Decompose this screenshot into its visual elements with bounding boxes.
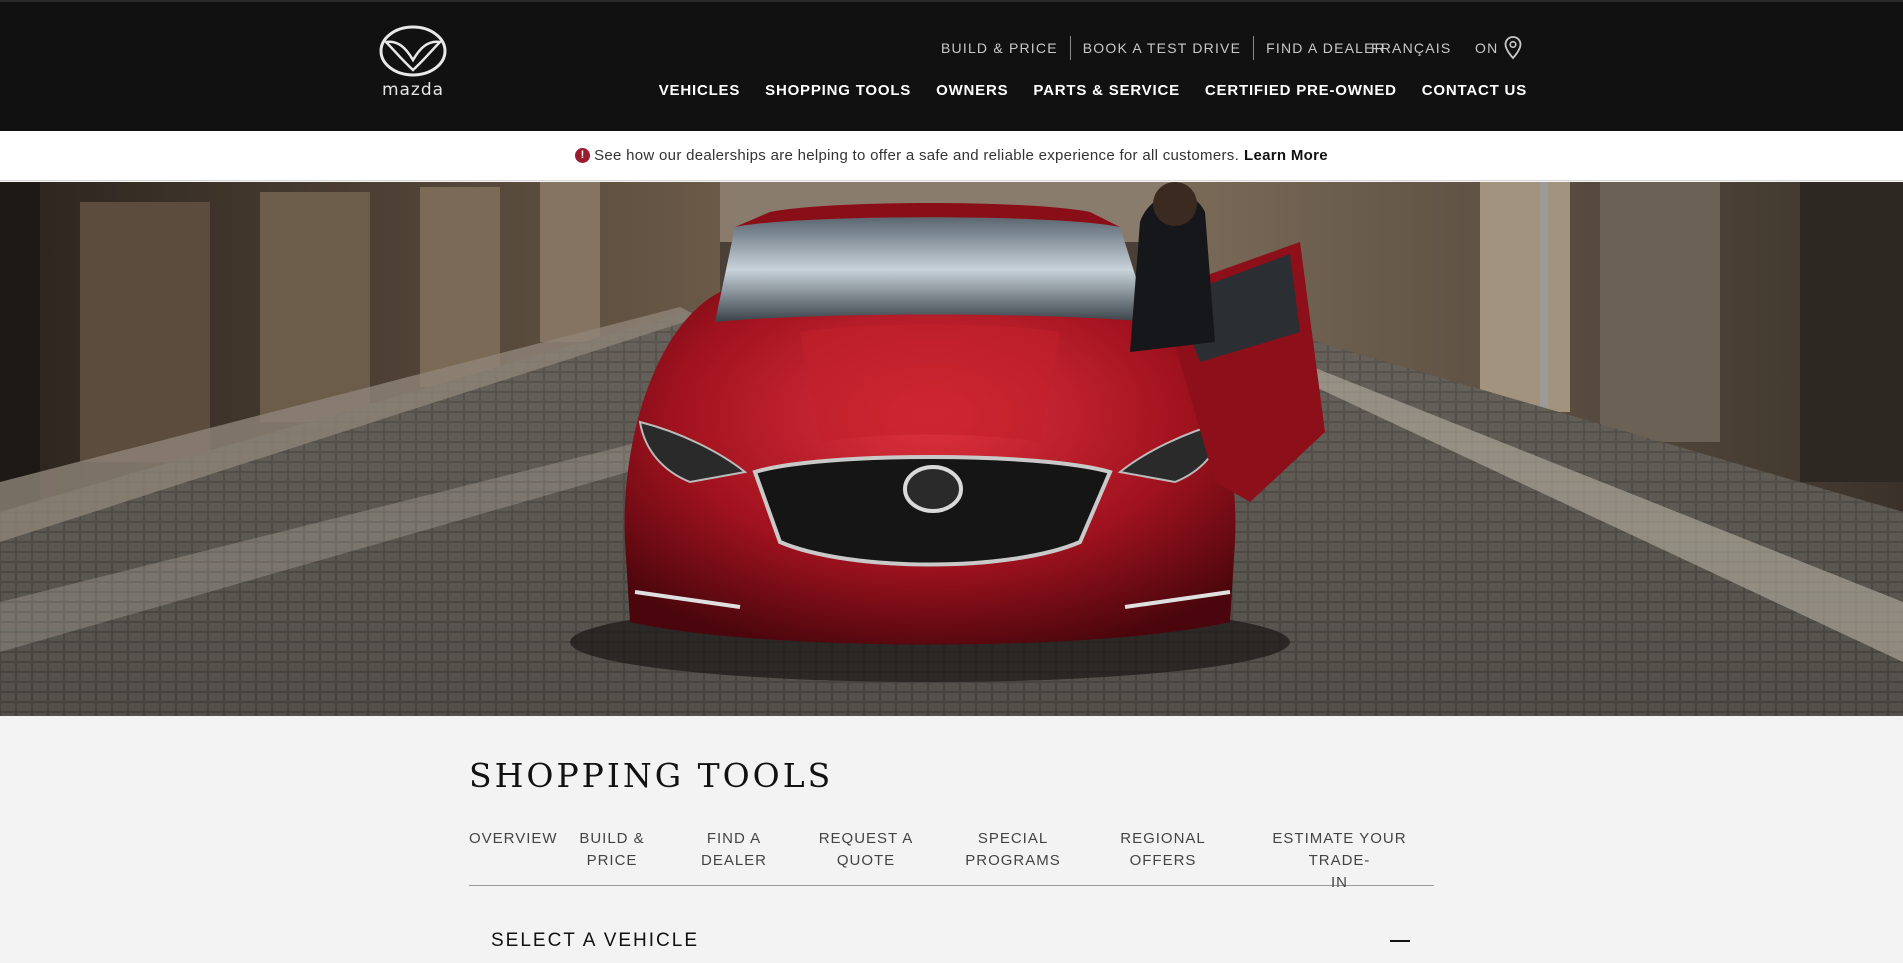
site-header: mazda BUILD & PRICE BOOK A TEST DRIVE FI… <box>0 0 1903 131</box>
util-link-build-price[interactable]: BUILD & PRICE <box>941 40 1058 56</box>
tab-label: BUILD & <box>579 830 645 847</box>
main-nav: VEHICLES SHOPPING TOOLS OWNERS PARTS & S… <box>659 82 1527 99</box>
tab-build-price[interactable]: BUILD & PRICE <box>572 828 652 872</box>
nav-contact-us[interactable]: CONTACT US <box>1422 82 1527 99</box>
nav-owners[interactable]: OWNERS <box>936 82 1008 99</box>
mazda-logo[interactable]: mazda <box>372 24 454 100</box>
nav-certified-pre-owned[interactable]: CERTIFIED PRE-OWNED <box>1205 82 1397 99</box>
util-divider <box>1253 36 1255 60</box>
tab-label: FIND A <box>706 830 762 847</box>
tab-label: OVERVIEW <box>469 830 558 847</box>
region-selector[interactable]: ON <box>1475 36 1522 60</box>
select-vehicle-accordion[interactable]: SELECT A VEHICLE <box>469 918 1434 963</box>
alert-message: See how our dealerships are helping to o… <box>594 147 1240 164</box>
collapse-minus-icon[interactable] <box>1390 940 1410 942</box>
tab-regional-offers[interactable]: REGIONAL OFFERS <box>1118 828 1208 872</box>
mazda-emblem-icon <box>379 25 447 77</box>
util-link-find-dealer[interactable]: FIND A DEALER <box>1266 40 1386 56</box>
util-link-test-drive[interactable]: BOOK A TEST DRIVE <box>1083 40 1241 56</box>
alert-banner: ! See how our dealerships are helping to… <box>0 131 1903 181</box>
tab-label: PRICE <box>586 852 638 869</box>
tab-label: QUOTE <box>836 852 896 869</box>
hero-car-illustration <box>0 182 1903 716</box>
nav-shopping-tools[interactable]: SHOPPING TOOLS <box>765 82 911 99</box>
hero-image <box>0 182 1903 716</box>
tab-request-quote[interactable]: REQUEST A QUOTE <box>816 828 916 872</box>
tab-label: REGIONAL <box>1120 830 1206 847</box>
tab-label: DEALER <box>700 852 768 869</box>
nav-parts-service[interactable]: PARTS & SERVICE <box>1033 82 1179 99</box>
nav-vehicles[interactable]: VEHICLES <box>659 82 740 99</box>
mazda-wordmark: mazda <box>381 80 445 100</box>
tab-label: REQUEST A <box>818 830 914 847</box>
location-pin-icon[interactable] <box>1504 36 1522 60</box>
utility-nav: BUILD & PRICE BOOK A TEST DRIVE FIND A D… <box>941 36 1386 60</box>
exclamation-icon: ! <box>575 148 591 163</box>
region-label[interactable]: ON <box>1475 40 1498 56</box>
tab-special-programs[interactable]: SPECIAL PROGRAMS <box>963 828 1063 872</box>
select-vehicle-label: SELECT A VEHICLE <box>491 930 700 951</box>
tab-label: PROGRAMS <box>965 852 1061 869</box>
tab-overview[interactable]: OVERVIEW <box>469 828 558 850</box>
tab-find-dealer[interactable]: FIND A DEALER <box>694 828 774 872</box>
tab-label: SPECIAL <box>977 830 1049 847</box>
tab-label: ESTIMATE YOUR TRADE- <box>1272 830 1407 869</box>
tab-estimate-trade-in[interactable]: ESTIMATE YOUR TRADE- IN <box>1245 828 1434 894</box>
util-divider <box>1069 36 1071 60</box>
language-switch: FRANÇAIS <box>1371 36 1451 60</box>
shopping-tools-tabs: OVERVIEW BUILD & PRICE FIND A DEALER REQ… <box>469 828 1434 891</box>
tab-label: OFFERS <box>1129 852 1197 869</box>
tab-label: IN <box>1331 874 1348 891</box>
page-title: SHOPPING TOOLS <box>469 756 834 795</box>
learn-more-link[interactable]: Learn More <box>1244 147 1328 164</box>
language-link[interactable]: FRANÇAIS <box>1371 40 1451 56</box>
